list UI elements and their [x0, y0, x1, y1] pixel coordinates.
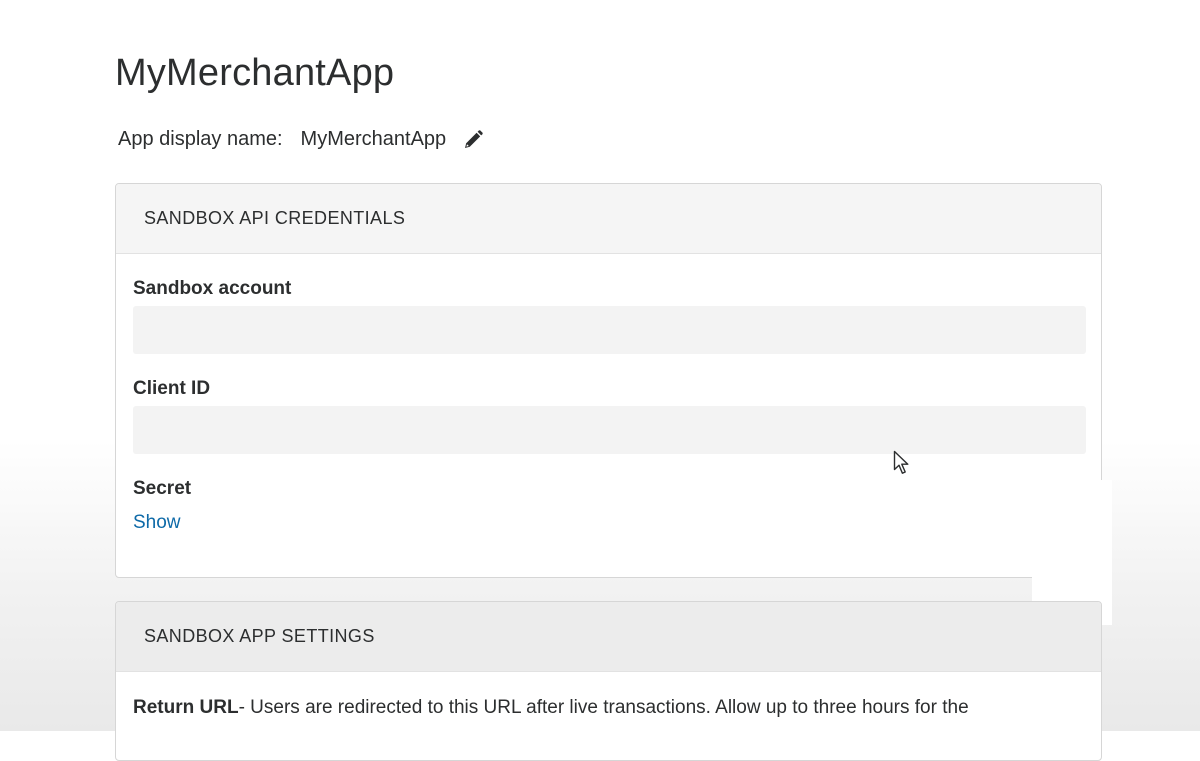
client-id-field[interactable] — [133, 406, 1086, 454]
pencil-icon[interactable] — [462, 129, 484, 151]
return-url-description: Return URL- Users are redirected to this… — [133, 697, 969, 719]
sandbox-account-label: Sandbox account — [133, 278, 292, 299]
sandbox-api-credentials-header: SANDBOX API CREDENTIALS — [116, 184, 1101, 254]
show-secret-link[interactable]: Show — [133, 512, 181, 534]
return-url-label: Return URL — [133, 697, 239, 718]
sandbox-app-settings-header: SANDBOX APP SETTINGS — [116, 602, 1101, 672]
app-display-name-value: MyMerchantApp — [300, 128, 447, 150]
sandbox-app-settings-panel: SANDBOX APP SETTINGS Return URL- Users a… — [115, 601, 1102, 761]
return-url-text: - Users are redirected to this URL after… — [238, 697, 969, 718]
app-display-name-row: App display name: MyMerchantApp — [118, 128, 484, 151]
mouse-pointer-icon — [893, 450, 909, 474]
app-display-name-label: App display name: — [118, 128, 283, 150]
client-id-label: Client ID — [133, 378, 211, 399]
secret-label: Secret — [133, 478, 192, 499]
sandbox-api-credentials-panel: SANDBOX API CREDENTIALS Sandbox account … — [115, 183, 1102, 578]
app-title: MyMerchantApp — [115, 52, 395, 94]
sandbox-account-field[interactable] — [133, 306, 1086, 354]
